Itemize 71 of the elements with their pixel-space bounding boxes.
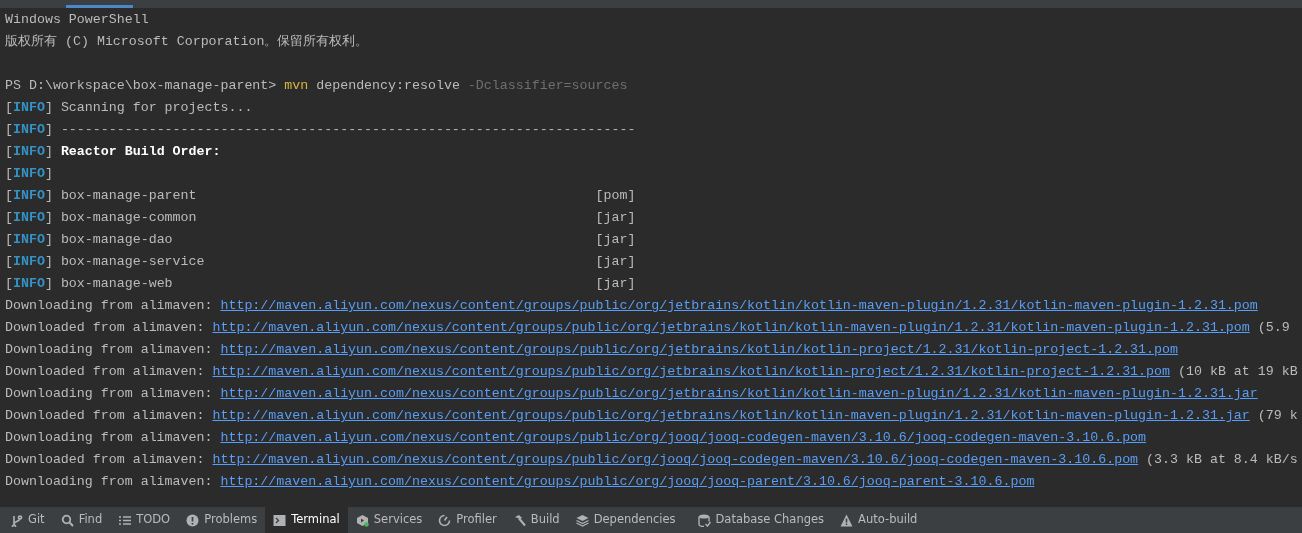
database-icon — [697, 513, 711, 527]
gauge-icon — [438, 513, 452, 527]
download-status: Downloading from alimaven: — [5, 474, 213, 489]
download-status: Downloading from alimaven: — [5, 430, 213, 445]
download-status: Downloaded from alimaven: — [5, 408, 205, 423]
terminal-icon — [273, 513, 287, 527]
packaging-text: [jar] — [595, 253, 636, 271]
log-level-tag: [INFO] — [5, 232, 53, 247]
tool-window-tab[interactable]: Build — [504, 507, 568, 533]
download-status: Downloading from alimaven: — [5, 298, 213, 313]
download-status: Downloaded from alimaven: — [5, 320, 205, 335]
packaging-text: [jar] — [595, 209, 636, 227]
alert-icon — [186, 513, 200, 527]
tool-window-tab[interactable]: Terminal — [265, 507, 348, 533]
prompt-text: PS D:\workspace\box-manage-parent> — [5, 78, 277, 93]
tool-window-tab[interactable]: Git — [2, 507, 53, 533]
download-size: (3.3 kB at 8.4 kB/s — [1146, 452, 1298, 467]
download-status: Downloaded from alimaven: — [5, 364, 205, 379]
packaging-text: [jar] — [595, 231, 636, 249]
url-link[interactable]: http://maven.aliyun.com/nexus/content/groups/public/org/jetbrains/kotlin/kotlin-project/1.2.31/kotlin-project-1.2.31.pom — [212, 364, 1171, 379]
url-link[interactable]: http://maven.aliyun.com/nexus/content/groups/public/org/jooq/jooq-codegen-maven/3.10.6/jooq-codegen-maven-3.10.6.pom — [220, 430, 1147, 445]
packaging-text: [pom] — [595, 187, 636, 205]
download-size: (79 k — [1257, 408, 1298, 423]
url-link[interactable]: http://maven.aliyun.com/nexus/content/groups/public/org/jetbrains/kotlin/kotlin-maven-plugin/1.2.31/kotlin-maven-plugin-1.2.31.pom — [212, 320, 1250, 335]
download-size: (5.9 — [1257, 320, 1290, 335]
log-message: Reactor Build Order: — [60, 144, 221, 159]
url-link[interactable]: http://maven.aliyun.com/nexus/content/groups/public/org/jetbrains/kotlin/kotlin-maven-plugin/1.2.31/kotlin-maven-plugin-1.2.31.jar — [220, 386, 1258, 401]
command-argument: dependency:resolve — [316, 78, 460, 93]
log-level-tag: [INFO] — [5, 144, 53, 159]
url-link[interactable]: http://maven.aliyun.com/nexus/content/groups/public/org/jooq/jooq-codegen-maven/3.10.6/jooq-codegen-maven-3.10.6.pom — [212, 452, 1139, 467]
log-message: Scanning for projects... — [60, 100, 253, 115]
tool-window-tab[interactable]: Problems — [178, 507, 266, 533]
download-status: Downloaded from alimaven: — [5, 452, 205, 467]
download-status: Downloading from alimaven: — [5, 342, 213, 357]
log-level-tag: [INFO] — [5, 122, 53, 137]
log-message: box-manage-web — [60, 276, 173, 291]
log-level-tag: [INFO] — [5, 188, 53, 203]
download-size: (10 kB at 19 kB — [1178, 364, 1298, 379]
tool-window-tab[interactable]: TODO — [110, 507, 179, 533]
list-icon — [118, 513, 132, 527]
layers-icon — [575, 513, 589, 527]
log-level-tag: [INFO] — [5, 276, 53, 291]
services-icon — [355, 513, 369, 527]
log-message: ------------------------------------------------------------------------ — [60, 122, 636, 137]
warning-icon — [840, 513, 854, 527]
tool-window-tab[interactable]: Dependencies — [567, 507, 684, 533]
log-message: box-manage-common — [60, 210, 197, 225]
url-link[interactable]: http://maven.aliyun.com/nexus/content/groups/public/org/jetbrains/kotlin/kotlin-maven-plugin/1.2.31/kotlin-maven-plugin-1.2.31.jar — [212, 408, 1250, 423]
branch-icon — [10, 513, 23, 527]
tool-window-tab[interactable]: Profiler — [430, 507, 505, 533]
output-line: 版权所有 (C) Microsoft Corporation。保留所有权利。 — [5, 34, 369, 49]
log-level-tag: [INFO] — [5, 166, 53, 181]
tool-window-tab[interactable]: Database Changes — [689, 507, 833, 533]
url-link[interactable]: http://maven.aliyun.com/nexus/content/groups/public/org/jetbrains/kotlin/kotlin-project/1.2.31/kotlin-project-1.2.31.pom — [220, 342, 1178, 357]
output-line: Windows PowerShell — [5, 12, 149, 27]
log-message: box-manage-dao — [60, 232, 173, 247]
download-status: Downloading from alimaven: — [5, 386, 213, 401]
command-text: mvn — [284, 78, 309, 93]
command-option: -Dclassifier=sources — [467, 78, 628, 93]
url-link[interactable]: http://maven.aliyun.com/nexus/content/groups/public/org/jooq/jooq-parent/3.10.6/jooq-parent-3.10.6.pom — [220, 474, 1035, 489]
log-message: box-manage-service — [60, 254, 205, 269]
log-level-tag: [INFO] — [5, 210, 53, 225]
tool-window-tab[interactable]: Services — [347, 507, 431, 533]
tool-window-tab[interactable]: Find — [52, 507, 111, 533]
log-level-tag: [INFO] — [5, 254, 53, 269]
url-link[interactable]: http://maven.aliyun.com/nexus/content/groups/public/org/jetbrains/kotlin/kotlin-maven-plugin/1.2.31/kotlin-maven-plugin-1.2.31.pom — [220, 298, 1258, 313]
tool-window-tab[interactable]: Auto-build — [832, 507, 926, 533]
log-level-tag: [INFO] — [5, 100, 53, 115]
log-message: box-manage-parent — [60, 188, 197, 203]
search-icon — [60, 513, 74, 527]
packaging-text: [jar] — [595, 275, 636, 293]
